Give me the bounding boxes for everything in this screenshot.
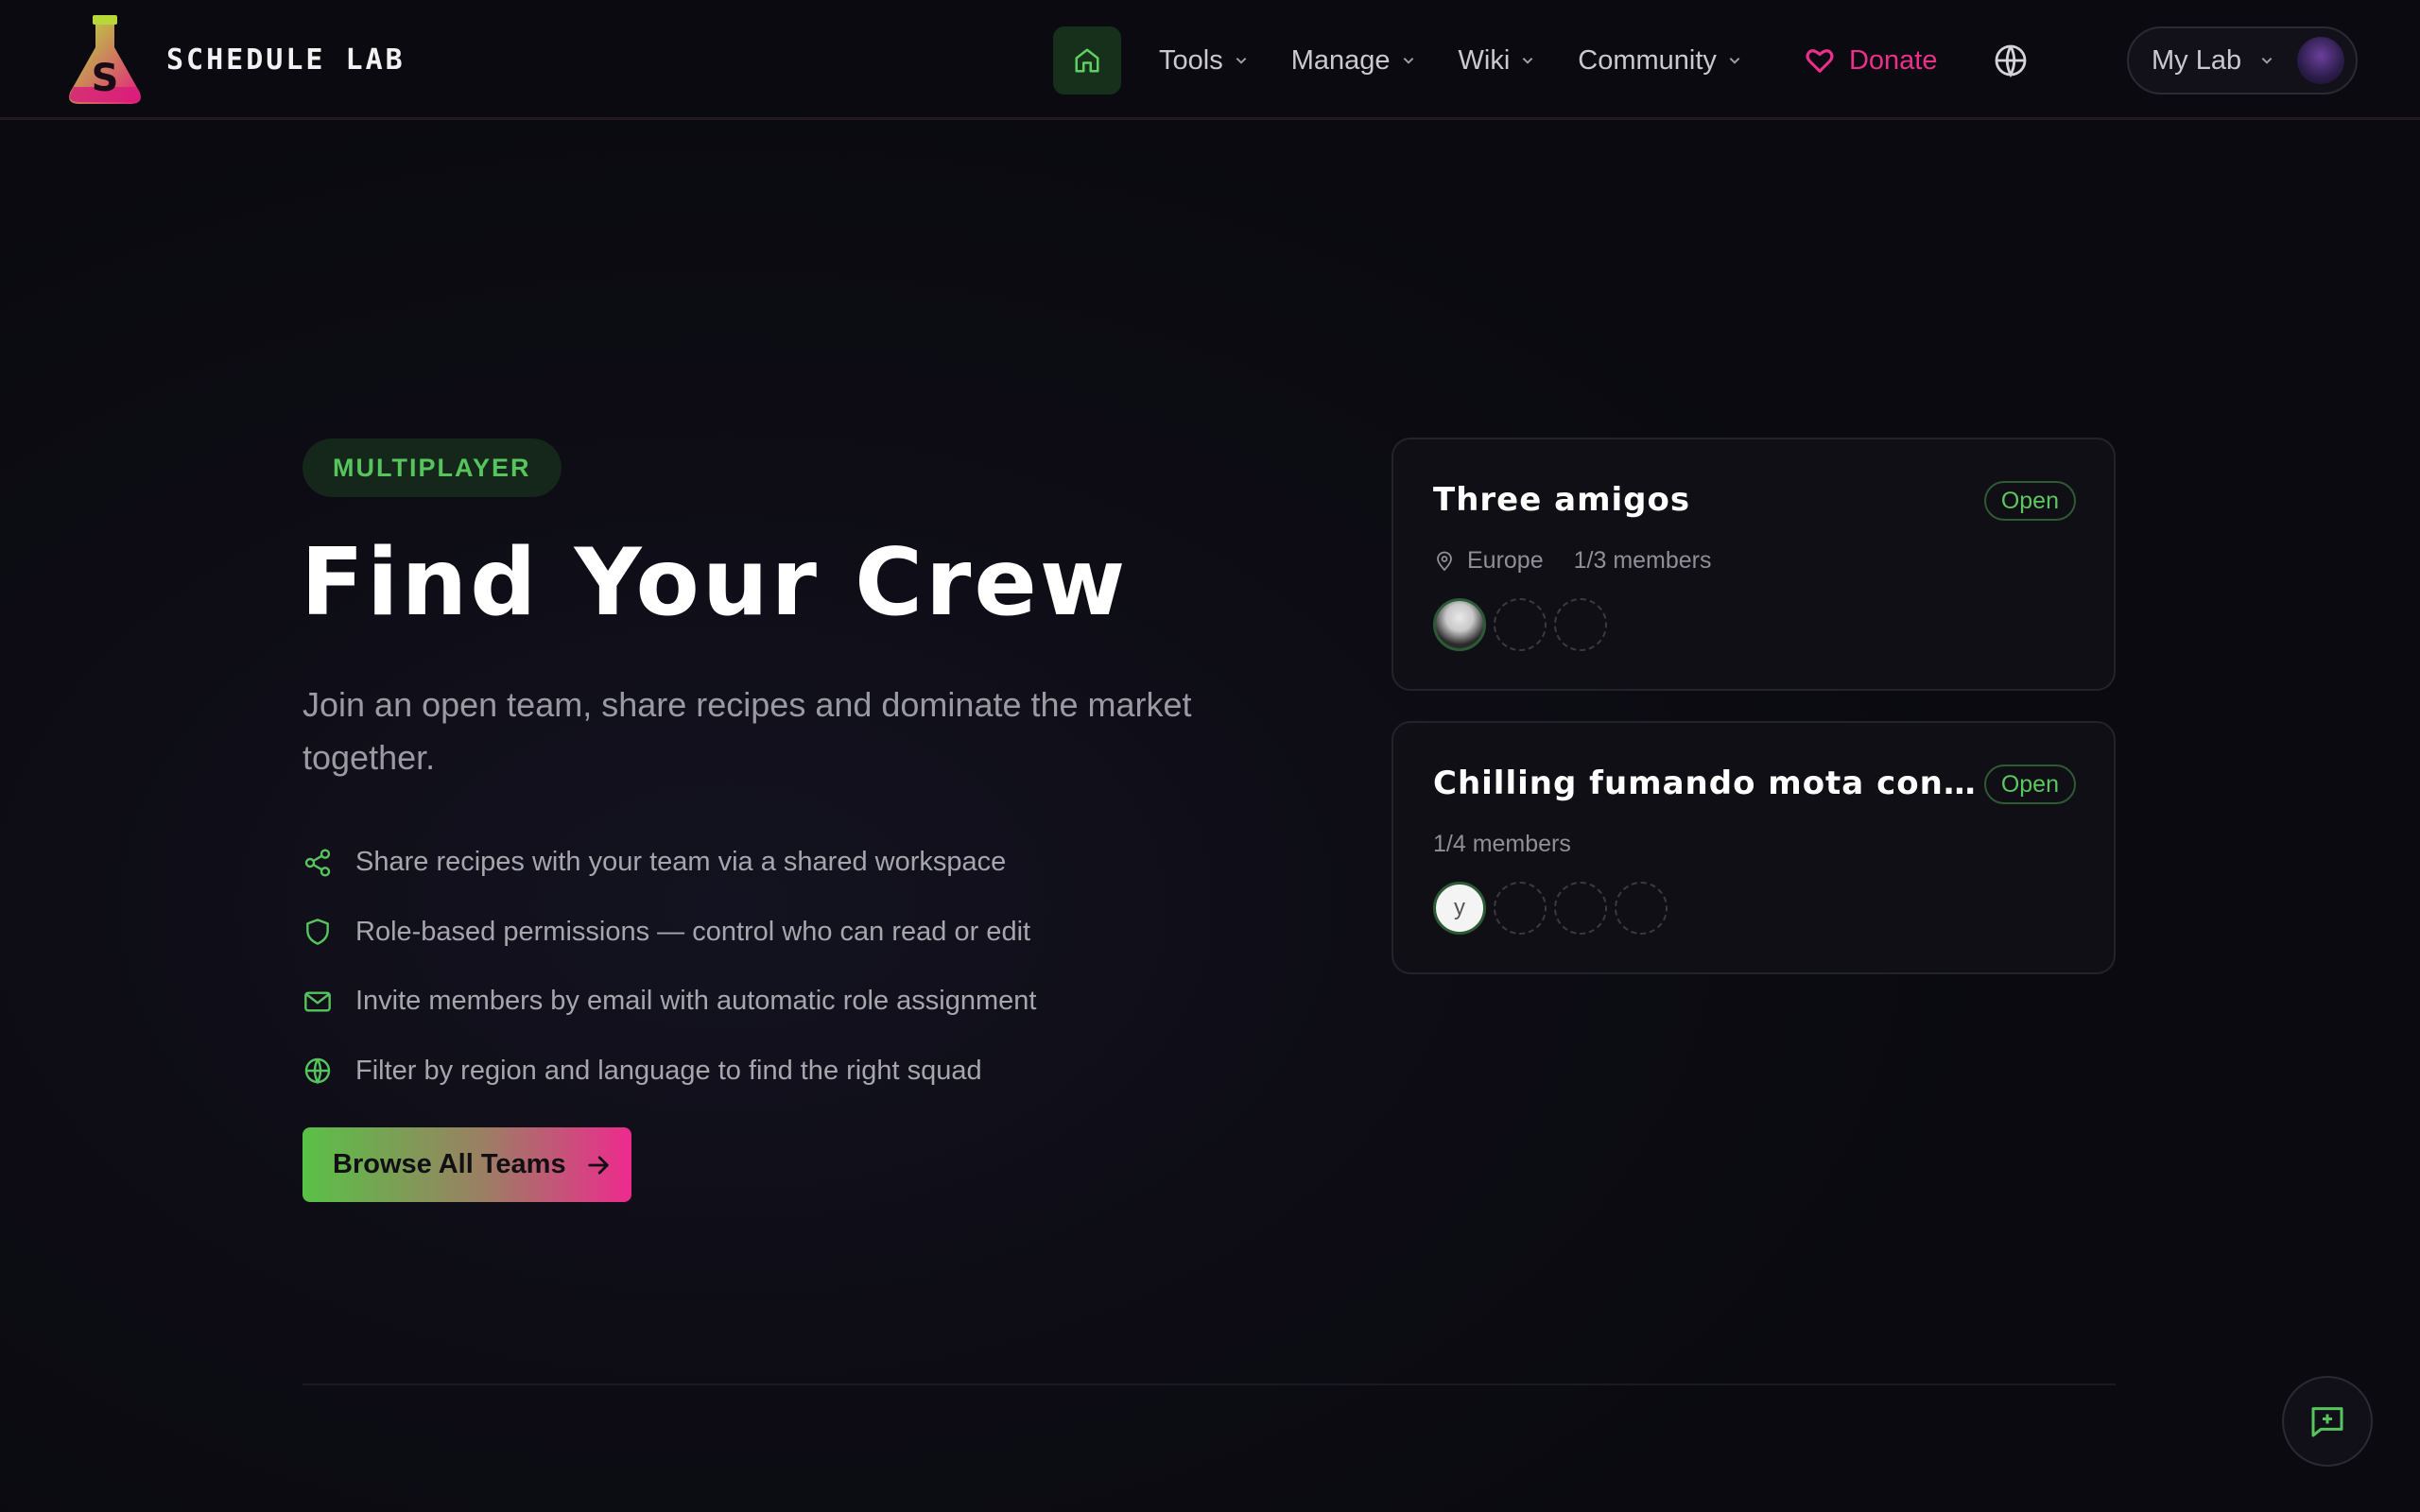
member-avatar bbox=[1433, 598, 1486, 651]
team-name: Chilling fumando mota con mis… bbox=[1433, 765, 1981, 802]
nav-wiki[interactable]: Wiki bbox=[1459, 45, 1535, 77]
section-badge: MULTIPLAYER bbox=[302, 438, 562, 497]
page-title: Find Your Crew bbox=[301, 529, 1129, 637]
status-badge: Open bbox=[1983, 765, 2076, 804]
feedback-chat-button[interactable] bbox=[2282, 1376, 2373, 1467]
nav-manage-label: Manage bbox=[1290, 44, 1391, 76]
nav-community[interactable]: Community bbox=[1578, 45, 1741, 77]
member-avatar: y bbox=[1433, 882, 1486, 935]
team-card[interactable]: Chilling fumando mota con mis… Open 1/4 … bbox=[1392, 721, 2116, 974]
arrow-right-icon bbox=[587, 1155, 609, 1175]
mail-icon bbox=[304, 991, 331, 1012]
shield-icon bbox=[306, 919, 329, 946]
chevron-down-icon bbox=[1729, 58, 1740, 64]
top-navigation-bar: S SCHEDULE LAB Tools Manage Wiki Communi… bbox=[0, 0, 2420, 119]
list-item: Filter by region and language to find th… bbox=[302, 1037, 1248, 1107]
team-region: Europe bbox=[1467, 547, 1544, 574]
brand[interactable]: S SCHEDULE LAB bbox=[64, 13, 406, 106]
member-slots bbox=[1433, 598, 1615, 651]
empty-member-slot bbox=[1494, 882, 1547, 935]
feature-list: Share recipes with your team via a share… bbox=[302, 828, 1248, 1106]
nav-wiki-label: Wiki bbox=[1458, 44, 1511, 76]
main-nav: Tools Manage Wiki Community Donate bbox=[1053, 26, 2030, 94]
list-item: Share recipes with your team via a share… bbox=[302, 828, 1248, 898]
chevron-down-icon bbox=[1522, 58, 1533, 64]
hero-subtitle: Join an open team, share recipes and dom… bbox=[302, 685, 1192, 777]
browse-all-teams-label: Browse All Teams bbox=[333, 1149, 566, 1179]
list-item: Role-based permissions — control who can… bbox=[302, 898, 1248, 968]
chevron-down-icon bbox=[2261, 58, 2273, 64]
empty-member-slot bbox=[1554, 882, 1607, 935]
feature-text: Share recipes with your team via a share… bbox=[355, 847, 1007, 878]
nav-community-label: Community bbox=[1578, 44, 1717, 76]
list-item: Invite members by email with automatic r… bbox=[302, 967, 1248, 1037]
team-meta: 1/4 members bbox=[1433, 831, 1571, 858]
donate-label: Donate bbox=[1848, 44, 1938, 76]
flask-logo-icon: S bbox=[69, 15, 141, 104]
team-name: Three amigos bbox=[1433, 481, 1691, 519]
section-divider bbox=[302, 1383, 2116, 1385]
language-globe-icon[interactable] bbox=[1992, 42, 2030, 79]
team-members-count: 1/3 members bbox=[1573, 547, 1712, 574]
share-icon bbox=[304, 849, 331, 877]
user-avatar bbox=[2297, 37, 2344, 84]
account-menu-label: My Lab bbox=[2152, 44, 2242, 76]
brand-name: SCHEDULE LAB bbox=[166, 43, 406, 77]
empty-member-slot bbox=[1554, 598, 1607, 651]
team-card[interactable]: Three amigos Open Europe 1/3 members bbox=[1392, 438, 2116, 691]
member-slots: y bbox=[1433, 882, 1675, 935]
feature-text: Role-based permissions — control who can… bbox=[355, 916, 1031, 947]
chevron-down-icon bbox=[1403, 58, 1413, 64]
message-plus-icon bbox=[2311, 1407, 2343, 1437]
location-pin-icon bbox=[1437, 551, 1452, 571]
nav-tools-label: Tools bbox=[1159, 44, 1223, 76]
home-icon bbox=[1075, 48, 1099, 73]
team-meta: Europe 1/3 members bbox=[1433, 547, 1712, 575]
empty-member-slot bbox=[1494, 598, 1547, 651]
chevron-down-icon bbox=[1236, 58, 1247, 64]
donate-link[interactable]: Donate bbox=[1804, 44, 1938, 77]
feature-text: Filter by region and language to find th… bbox=[355, 1055, 982, 1086]
status-badge: Open bbox=[1983, 481, 2076, 521]
heart-icon bbox=[1806, 49, 1834, 73]
browse-all-teams-button[interactable]: Browse All Teams bbox=[302, 1127, 631, 1202]
account-menu-button[interactable]: My Lab bbox=[2127, 26, 2358, 94]
empty-member-slot bbox=[1615, 882, 1668, 935]
globe-icon bbox=[304, 1058, 331, 1085]
team-members-count: 1/4 members bbox=[1433, 831, 1571, 857]
nav-tools[interactable]: Tools bbox=[1159, 45, 1248, 77]
svg-text:S: S bbox=[92, 57, 119, 100]
home-button[interactable] bbox=[1053, 26, 1121, 94]
nav-manage[interactable]: Manage bbox=[1291, 45, 1415, 77]
feature-text: Invite members by email with automatic r… bbox=[355, 986, 1037, 1017]
